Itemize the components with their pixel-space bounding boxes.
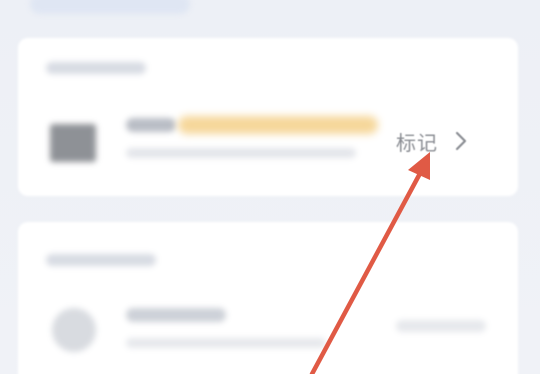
chevron-right-icon: [454, 130, 468, 152]
item-meta-secondary: [396, 320, 486, 332]
item-title-secondary: [126, 308, 226, 322]
mark-label: 标记: [396, 130, 438, 155]
mark-button[interactable]: 标记: [396, 126, 468, 156]
section-header: [46, 62, 146, 74]
item-thumbnail: [50, 124, 96, 162]
top-tab-indicator[interactable]: [30, 0, 190, 14]
item-subtitle-secondary: [126, 338, 326, 348]
avatar: [52, 308, 96, 352]
item-subtitle: [126, 148, 356, 158]
item-title: [126, 118, 176, 132]
content-card: [18, 38, 518, 196]
item-highlighted-text: [178, 116, 378, 134]
section-header-secondary: [46, 254, 156, 266]
app-screen: 标记: [0, 0, 540, 374]
content-card-secondary: [18, 222, 518, 374]
